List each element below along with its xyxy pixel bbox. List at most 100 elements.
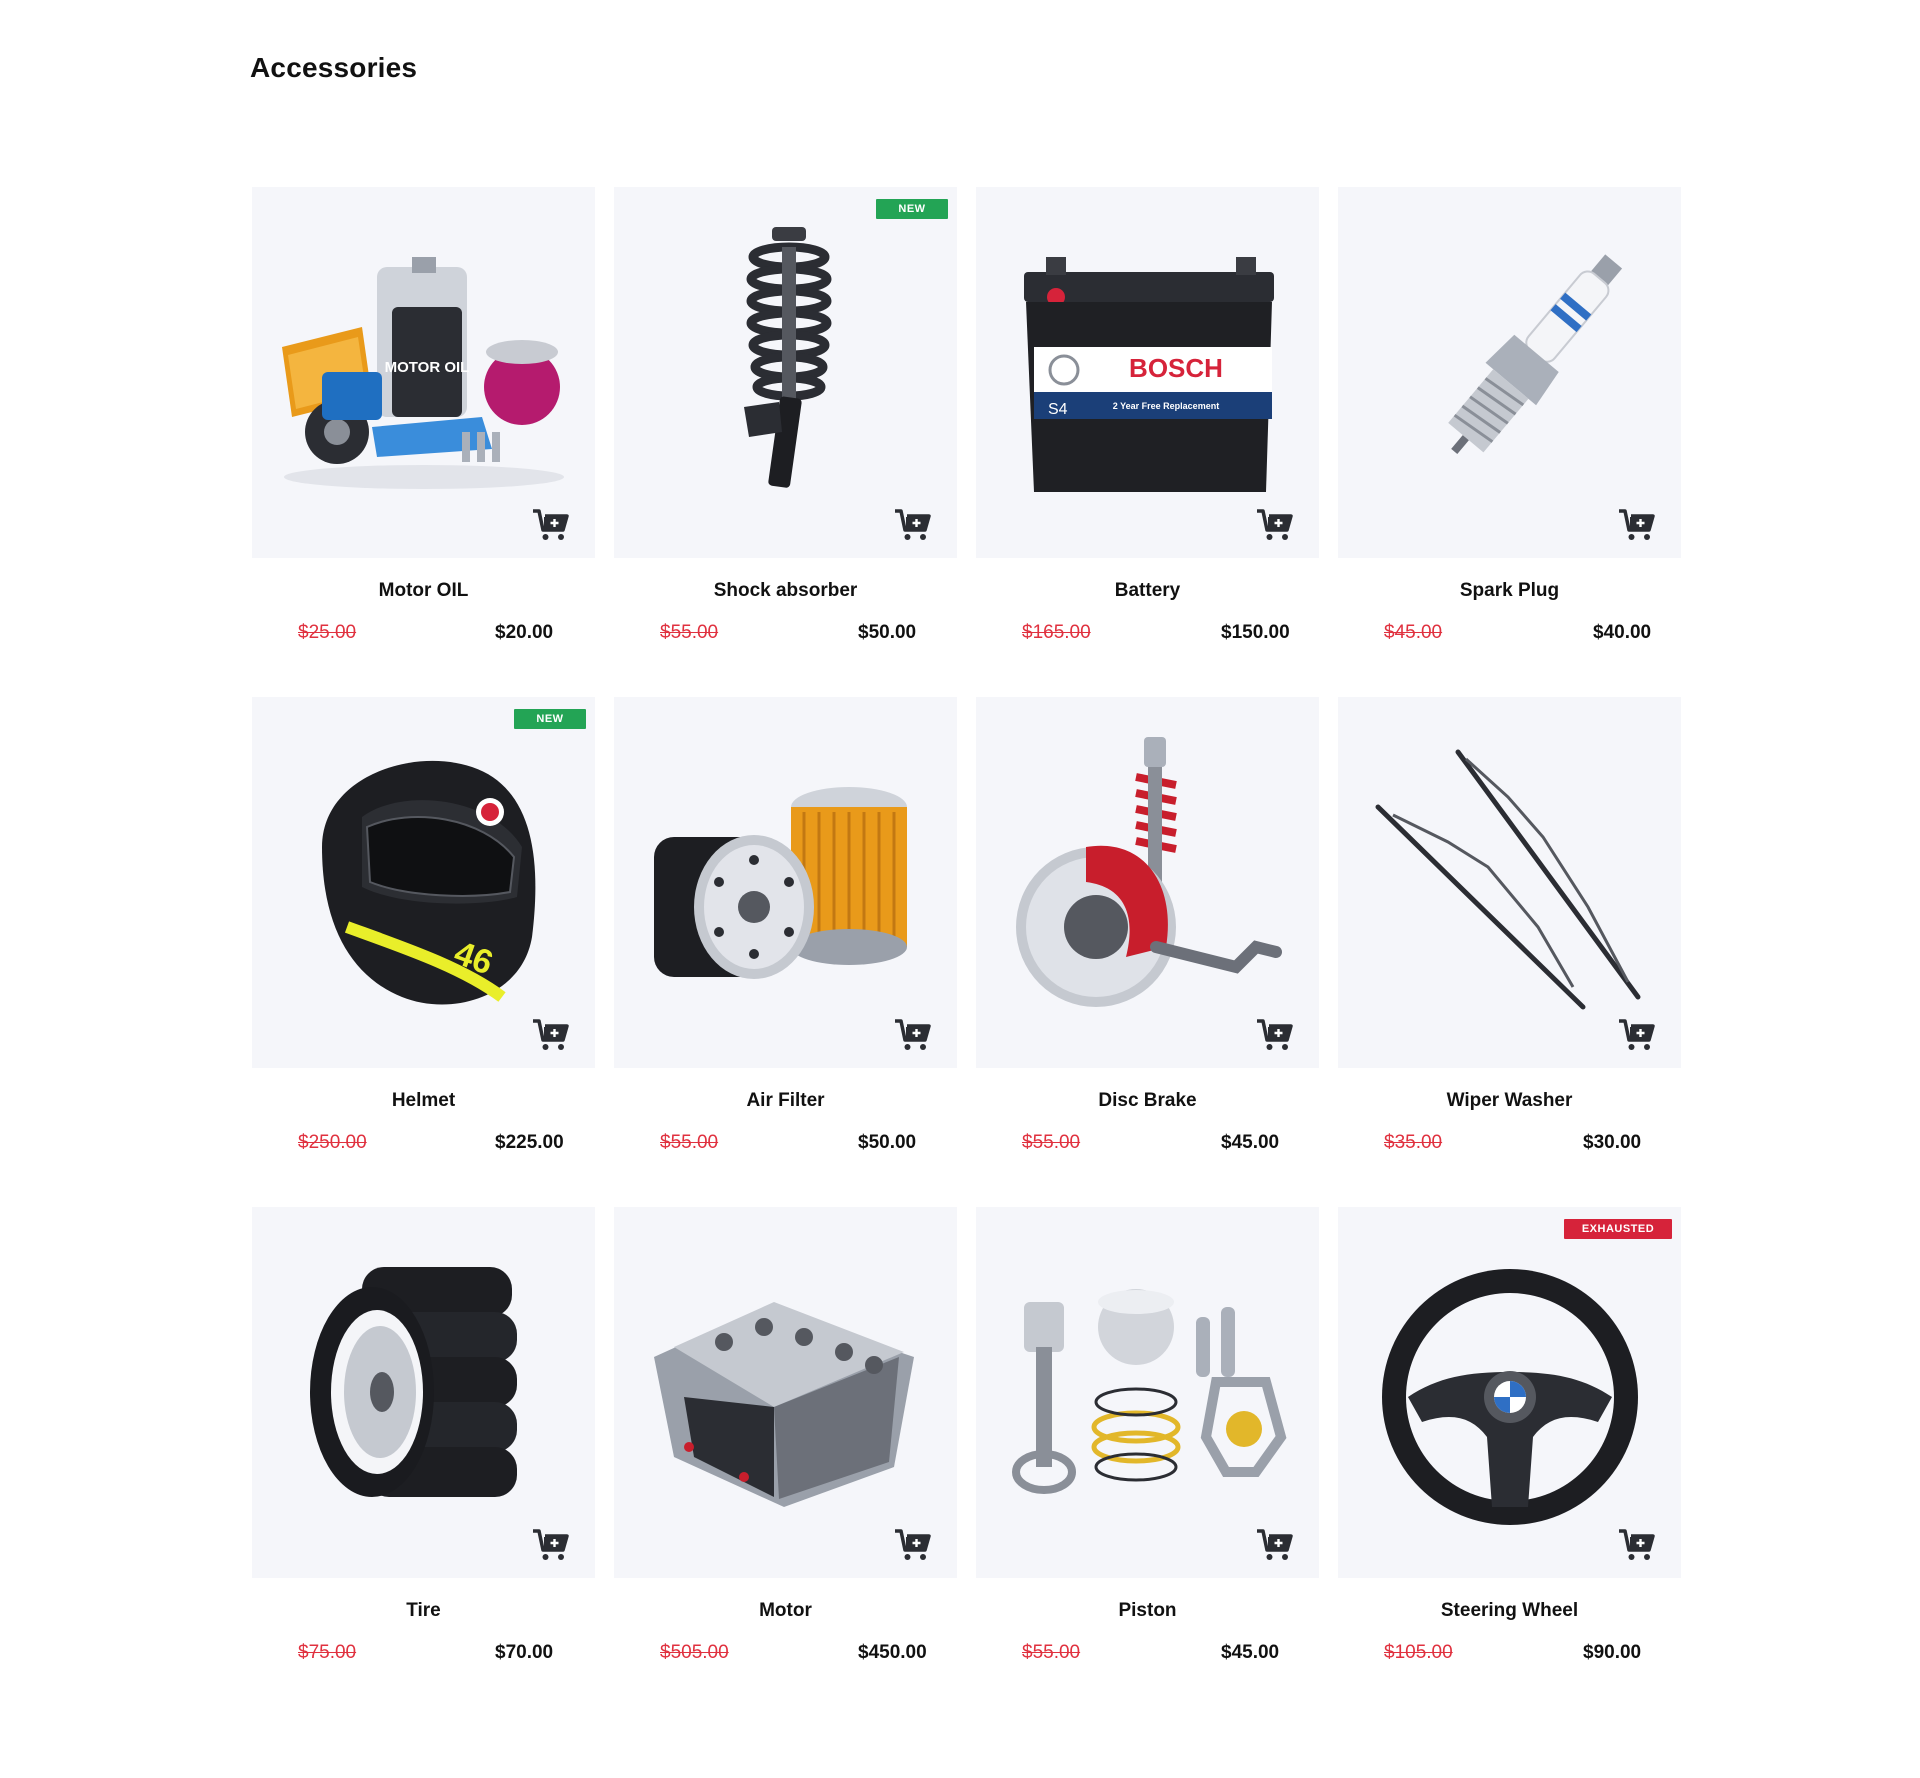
sale-price: $450.00 — [858, 1642, 927, 1663]
add-to-cart-button[interactable] — [1617, 1018, 1655, 1052]
product-prices: $25.00 $20.00 — [252, 622, 595, 650]
product-image-tile[interactable]: NEW — [614, 187, 957, 558]
original-price: $250.00 — [298, 1132, 367, 1153]
helmet-image: 46 — [322, 760, 536, 1005]
add-to-cart-button[interactable] — [1255, 1528, 1293, 1562]
cart-plus-icon — [533, 509, 569, 540]
product-image-tile[interactable] — [976, 1207, 1319, 1578]
add-to-cart-button[interactable] — [1255, 1018, 1293, 1052]
page-title: Accessories — [250, 52, 418, 83]
product-image-tile[interactable]: NEW 46 — [252, 697, 595, 1068]
spark-plug-image — [1448, 254, 1623, 455]
product-card[interactable]: Motor $505.00 $450.00 — [614, 1207, 957, 1717]
original-price: $505.00 — [660, 1642, 729, 1663]
product-card[interactable]: MOTOR OIL Motor OIL $25.00 $20.00 — [252, 187, 595, 697]
product-card[interactable]: NEW 46 Helmet $250.00 $225.00 — [252, 697, 595, 1207]
product-grid: MOTOR OIL Motor OIL $25.00 $20.00 NEW Sh… — [252, 187, 1681, 1717]
product-card[interactable]: EXHAUSTED Steering Wheel $105.00 $90.00 — [1338, 1207, 1681, 1717]
svg-text:BOSCH: BOSCH — [1129, 353, 1223, 383]
sale-price: $40.00 — [1593, 622, 1652, 643]
cart-plus-icon — [1619, 1529, 1655, 1560]
product-image-tile[interactable] — [1338, 697, 1681, 1068]
piston-kit-image — [1012, 1289, 1287, 1494]
product-card[interactable]: Wiper Washer $35.00 $30.00 — [1338, 697, 1681, 1207]
product-image-tile[interactable]: EXHAUSTED — [1338, 1207, 1681, 1578]
cart-plus-icon — [533, 1019, 569, 1050]
add-to-cart-button[interactable] — [531, 1528, 569, 1562]
product-prices: $250.00 $225.00 — [252, 1132, 595, 1160]
product-card[interactable]: NEW Shock absorber $55.00 $50.00 — [614, 187, 957, 697]
original-price: $165.00 — [1022, 622, 1091, 643]
sale-price: $30.00 — [1583, 1132, 1642, 1153]
add-to-cart-button[interactable] — [1255, 508, 1293, 542]
product-image-tile[interactable]: BOSCH S4 2 Year Free Replacement — [976, 187, 1319, 558]
svg-text:2 Year Free Replacement: 2 Year Free Replacement — [1113, 401, 1219, 411]
add-to-cart-button[interactable] — [531, 508, 569, 542]
product-prices: $55.00 $50.00 — [614, 622, 957, 650]
cart-plus-icon — [895, 1529, 931, 1560]
original-price: $35.00 — [1384, 1132, 1443, 1153]
original-price: $55.00 — [1022, 1642, 1081, 1663]
add-to-cart-button[interactable] — [893, 508, 931, 542]
product-name[interactable]: Air Filter — [614, 1090, 957, 1118]
cart-plus-icon — [1619, 1019, 1655, 1050]
engine-image — [654, 1302, 914, 1507]
sale-price: $150.00 — [1221, 622, 1290, 643]
product-name[interactable]: Shock absorber — [614, 580, 957, 608]
wiper-blades-image — [1375, 749, 1641, 1010]
product-card[interactable]: Spark Plug $45.00 $40.00 — [1338, 187, 1681, 697]
product-image-tile[interactable] — [976, 697, 1319, 1068]
sale-price: $45.00 — [1221, 1132, 1280, 1153]
sale-price: $225.00 — [495, 1132, 564, 1153]
product-card[interactable]: Tire $75.00 $70.00 — [252, 1207, 595, 1717]
product-card[interactable]: Disc Brake $55.00 $45.00 — [976, 697, 1319, 1207]
product-name[interactable]: Piston — [976, 1600, 1319, 1628]
product-prices: $55.00 $50.00 — [614, 1132, 957, 1160]
cart-plus-icon — [533, 1529, 569, 1560]
cart-plus-icon — [895, 1019, 931, 1050]
original-price: $45.00 — [1384, 622, 1443, 643]
product-card[interactable]: Piston $55.00 $45.00 — [976, 1207, 1319, 1717]
product-name[interactable]: Steering Wheel — [1338, 1600, 1681, 1628]
product-prices: $45.00 $40.00 — [1338, 622, 1681, 650]
sale-price: $90.00 — [1583, 1642, 1642, 1663]
svg-text:MOTOR OIL: MOTOR OIL — [385, 359, 470, 376]
cart-plus-icon — [1257, 509, 1293, 540]
product-name[interactable]: Tire — [252, 1600, 595, 1628]
product-image-tile[interactable]: MOTOR OIL — [252, 187, 595, 558]
add-to-cart-button[interactable] — [531, 1018, 569, 1052]
add-to-cart-button[interactable] — [893, 1018, 931, 1052]
product-prices: $55.00 $45.00 — [976, 1132, 1319, 1160]
steering-wheel-image — [1382, 1269, 1638, 1525]
sale-price: $45.00 — [1221, 1642, 1280, 1663]
product-image-tile[interactable] — [614, 697, 957, 1068]
product-name[interactable]: Helmet — [252, 1090, 595, 1118]
oil-filter-image — [654, 787, 907, 979]
product-name[interactable]: Motor OIL — [252, 580, 595, 608]
sale-price: $70.00 — [495, 1642, 554, 1663]
product-name[interactable]: Disc Brake — [976, 1090, 1319, 1118]
product-image-tile[interactable] — [1338, 187, 1681, 558]
product-image-tile[interactable] — [252, 1207, 595, 1578]
add-to-cart-button[interactable] — [1617, 508, 1655, 542]
original-price: $55.00 — [1022, 1132, 1081, 1153]
battery-image: BOSCH S4 2 Year Free Replacement — [1024, 257, 1274, 492]
shock-absorber-image — [744, 227, 832, 488]
product-name[interactable]: Spark Plug — [1338, 580, 1681, 608]
product-card[interactable]: BOSCH S4 2 Year Free Replacement Battery… — [976, 187, 1319, 697]
product-prices: $55.00 $45.00 — [976, 1642, 1319, 1670]
product-name[interactable]: Motor — [614, 1600, 957, 1628]
product-prices: $75.00 $70.00 — [252, 1642, 595, 1670]
add-to-cart-button[interactable] — [893, 1528, 931, 1562]
add-to-cart-button[interactable] — [1617, 1528, 1655, 1562]
cart-plus-icon — [1619, 509, 1655, 540]
product-name[interactable]: Wiper Washer — [1338, 1090, 1681, 1118]
sale-price: $50.00 — [858, 1132, 917, 1153]
disc-brake-image — [1016, 737, 1282, 1007]
product-image-tile[interactable] — [614, 1207, 957, 1578]
original-price: $55.00 — [660, 622, 719, 643]
sale-price: $20.00 — [495, 622, 554, 643]
svg-text:S4: S4 — [1048, 401, 1068, 418]
product-card[interactable]: Air Filter $55.00 $50.00 — [614, 697, 957, 1207]
product-name[interactable]: Battery — [976, 580, 1319, 608]
